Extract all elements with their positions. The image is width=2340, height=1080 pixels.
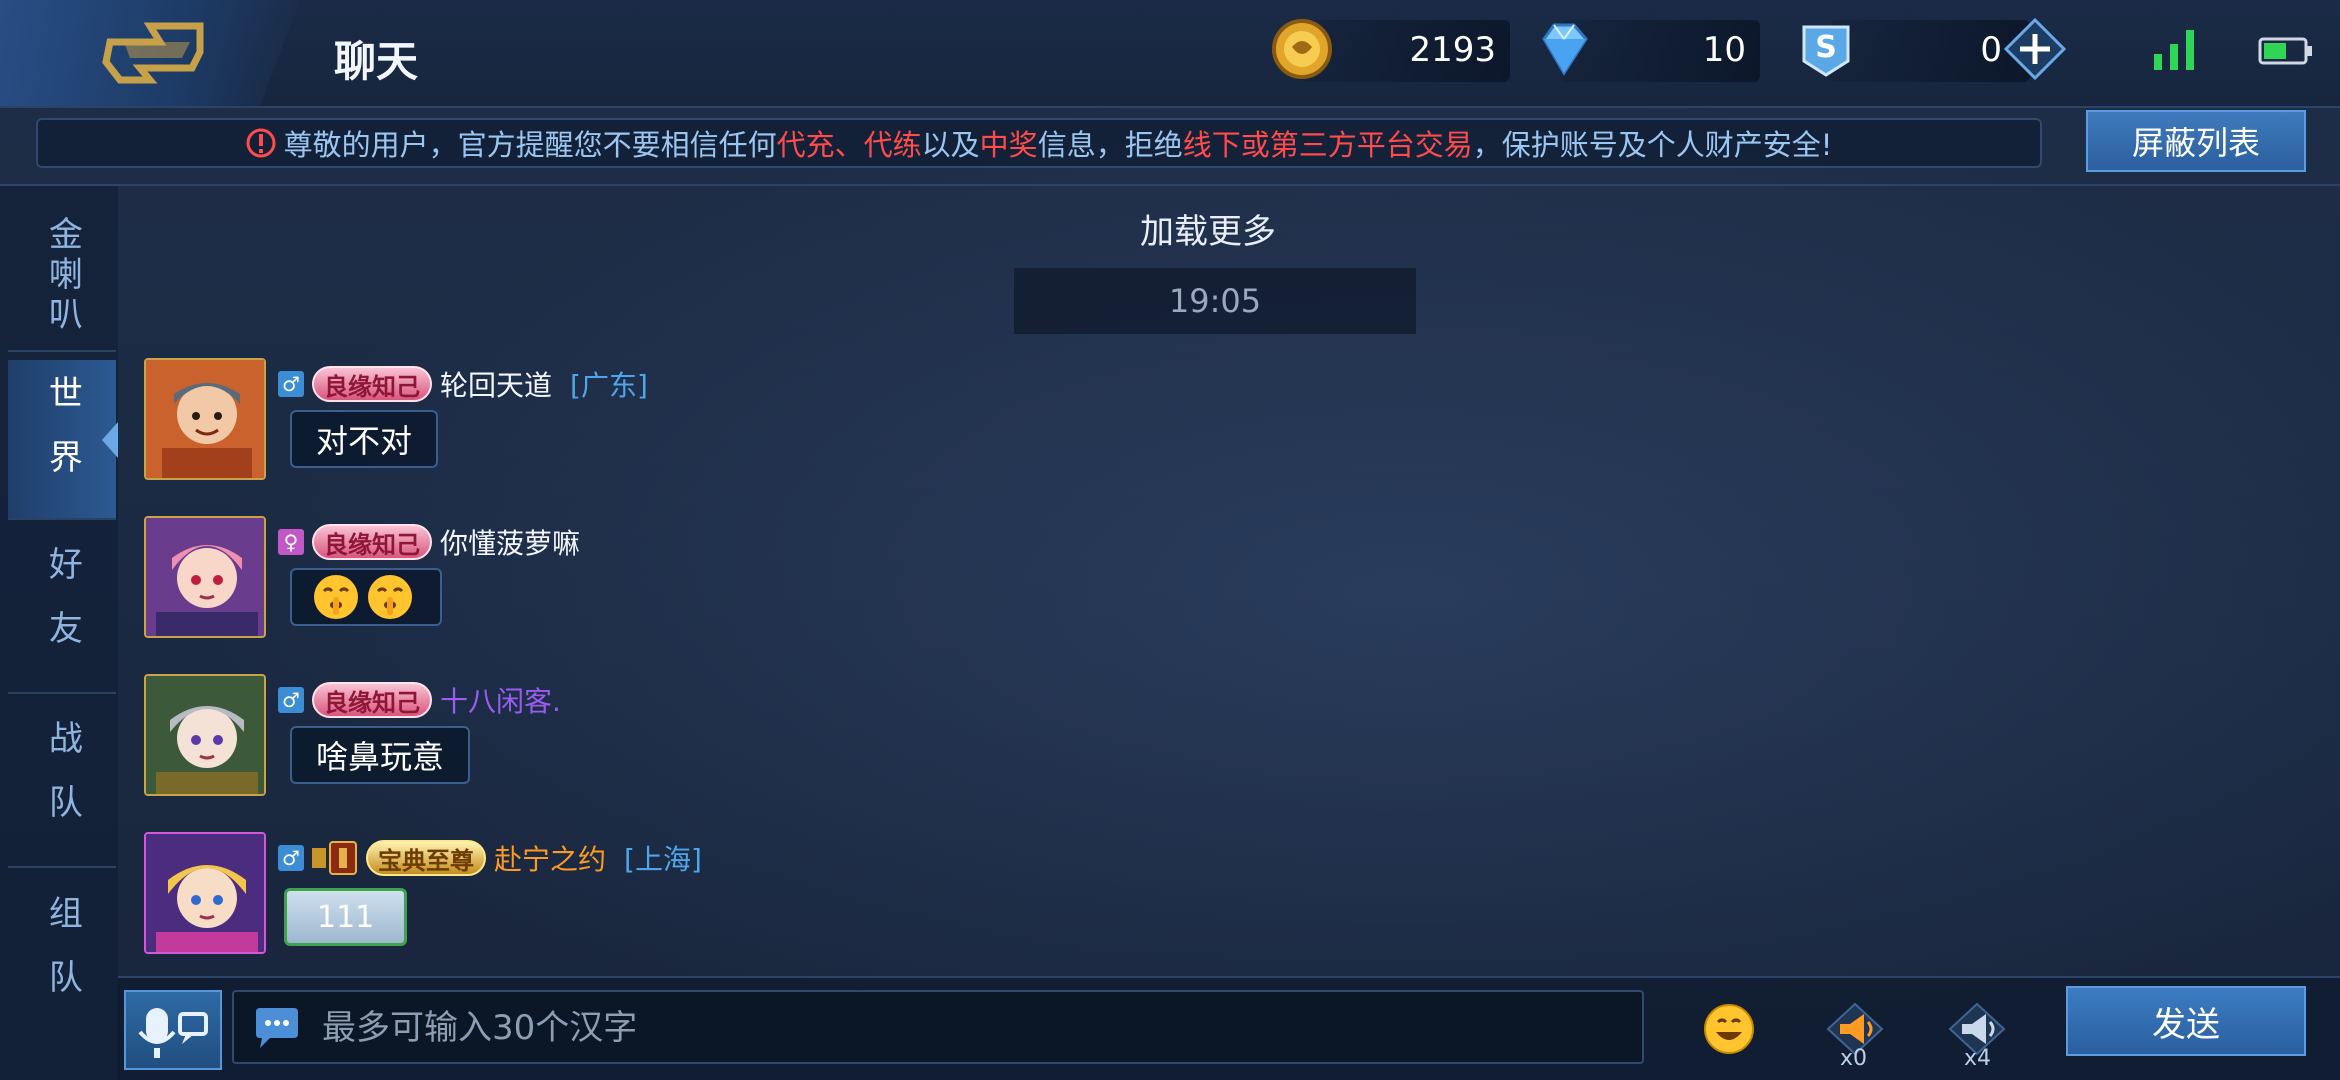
avatar[interactable] — [144, 516, 266, 638]
page-title: 聊天 — [334, 37, 419, 86]
username[interactable]: 赴宁之约 — [494, 838, 606, 878]
svg-text:S: S — [1815, 30, 1837, 65]
coupon-icon: S — [1802, 25, 1850, 77]
notice-text-7: ，保护账号及个人财产安全! — [1472, 128, 1833, 162]
active-tab-arrow-icon — [102, 422, 118, 458]
notice-text-5: 信息，拒绝 — [1037, 128, 1183, 162]
rank-badge-icon — [312, 841, 357, 875]
top-bar: 聊天 2193 10 0 S — [0, 0, 2340, 108]
channel-sidebar: 金喇叭 世界 好友 战队 组队 — [0, 186, 118, 1080]
message-bubble: 对不对 — [290, 410, 439, 468]
tab-team[interactable]: 组队 — [8, 876, 116, 1042]
divider — [0, 184, 2340, 186]
voice-toggle-button[interactable] — [124, 990, 222, 1070]
username[interactable]: 十八闲客. — [440, 680, 561, 720]
title-badge: 良缘知己 — [312, 524, 432, 560]
notice-text-3: 以及 — [921, 128, 980, 162]
message-input-box[interactable] — [232, 990, 1644, 1064]
signal-icon — [2154, 30, 2194, 70]
shushing-face-emoji-icon — [314, 575, 358, 619]
message-meta: ♂ 良缘知己 轮回天道 [广东] — [278, 364, 648, 404]
diamond-value: 10 — [1702, 30, 1746, 70]
avatar-hero-icon — [146, 518, 264, 636]
warning-icon — [246, 128, 276, 158]
back-arrow-icon — [102, 22, 204, 84]
tab-friends[interactable]: 好友 — [8, 528, 116, 694]
male-icon: ♂ — [278, 687, 304, 713]
message-bubble — [290, 568, 442, 626]
message-bubble: 111 — [284, 888, 408, 946]
back-button[interactable] — [0, 0, 300, 106]
region-label: [广东] — [570, 369, 648, 402]
region-label: [上海] — [624, 843, 702, 876]
avatar[interactable] — [144, 674, 266, 796]
add-currency-icon[interactable] — [2002, 16, 2068, 82]
avatar[interactable] — [144, 358, 266, 480]
avatar-hero-icon — [146, 676, 264, 794]
battery-icon — [2258, 37, 2312, 65]
tab-gold-horn[interactable]: 金喇叭 — [8, 202, 116, 352]
tab-clan[interactable]: 战队 — [8, 702, 116, 868]
notice-text-6: 线下或第三方平台交易 — [1182, 128, 1473, 162]
avatar[interactable] — [144, 832, 266, 954]
username[interactable]: 你懂菠萝嘛 — [440, 522, 580, 562]
gold-value: 2193 — [1409, 30, 1496, 70]
chat-message: ♂ 良缘知己 十八闲客. 啥鼻玩意 — [144, 674, 1544, 800]
message-meta: ♂ 良缘知己 十八闲客. — [278, 680, 561, 720]
gold-horn-count: x0 — [1840, 1046, 1868, 1071]
emoji-picker-icon[interactable] — [1694, 994, 1764, 1064]
username[interactable]: 轮回天道 — [440, 364, 552, 404]
chat-message: ♀ 良缘知己 你懂菠萝嘛 — [144, 516, 1544, 642]
title-badge: 良缘知己 — [312, 366, 432, 402]
notice-text-2: 代充、代练 — [776, 128, 922, 162]
female-icon: ♀ — [278, 529, 304, 555]
notice-text-1: 尊敬的用户，官方提醒您不要相信任何 — [283, 128, 777, 162]
title-badge: 宝典至尊 — [366, 840, 486, 876]
message-meta: ♀ 良缘知己 你懂菠萝嘛 — [278, 522, 580, 562]
coupon-value: 0 — [1980, 30, 2002, 70]
security-notice: 尊敬的用户，官方提醒您不要相信任何 代充、代练 以及 中奖 信息，拒绝 线下或第三方平台交… — [36, 118, 2042, 168]
chat-message: ♂ 宝典至尊 赴宁之约 [上海] 111 — [144, 832, 1544, 958]
microphone-icon — [138, 1008, 208, 1058]
message-bubble: 啥鼻玩意 — [290, 726, 471, 784]
tab-team-label: 组队 — [42, 895, 83, 1023]
title-badge: 良缘知己 — [312, 682, 432, 718]
tab-clan-label: 战队 — [42, 720, 83, 848]
tab-world-label: 世界 — [42, 375, 83, 503]
tab-friends-label: 好友 — [42, 546, 83, 674]
coupon-counter: 0 — [1830, 20, 2030, 82]
male-icon: ♂ — [278, 371, 304, 397]
male-icon: ♂ — [278, 845, 304, 871]
tab-gold-horn-label: 金喇叭 — [42, 216, 83, 336]
message-meta: ♂ 宝典至尊 赴宁之约 [上海] — [278, 838, 702, 878]
notice-text-4: 中奖 — [979, 128, 1038, 162]
load-more-link[interactable]: 加载更多 — [1140, 204, 1276, 253]
chat-bubble-icon — [256, 1008, 298, 1048]
diamond-icon — [1542, 23, 1588, 76]
tab-world[interactable]: 世界 — [8, 360, 118, 520]
avatar-hero-icon — [146, 834, 264, 952]
avatar-hero-icon — [146, 360, 264, 478]
chat-message: ♂ 良缘知己 轮回天道 [广东] 对不对 — [144, 358, 1544, 484]
send-button[interactable]: 发送 — [2066, 986, 2306, 1056]
time-stamp: 19:05 — [1014, 268, 1416, 334]
message-input[interactable] — [322, 1002, 1622, 1054]
gold-coin-icon — [1272, 19, 1332, 79]
block-list-button[interactable]: 屏蔽列表 — [2086, 110, 2306, 172]
shushing-face-emoji-icon — [368, 575, 412, 619]
speaker-count: x4 — [1964, 1046, 1992, 1071]
